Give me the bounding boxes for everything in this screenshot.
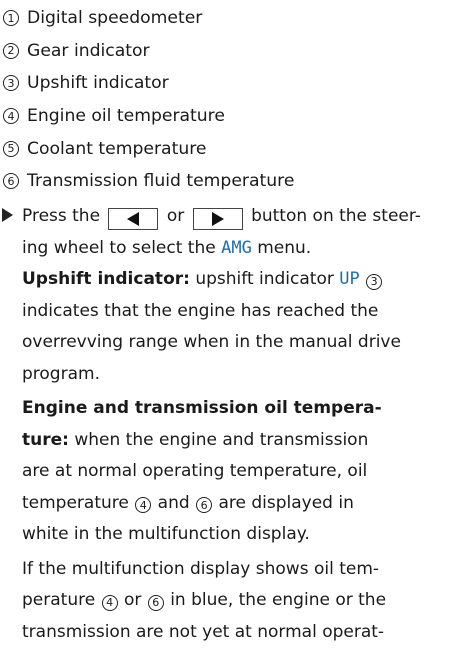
legend-label: Gear indicator [27, 41, 150, 61]
callout-number: 4 [3, 108, 19, 124]
callout-number: 5 [3, 141, 19, 157]
callout-number: 4 [135, 497, 151, 513]
legend-item: 2 Gear indicator [3, 35, 458, 68]
left-arrow-icon [127, 212, 139, 226]
callout-legend: 1 Digital speedometer 2 Gear indicator 3… [3, 2, 458, 198]
callout-number: 2 [3, 43, 19, 59]
legend-label: Engine oil temperature [27, 106, 225, 126]
legend-label: Transmission fluid temperature [27, 171, 294, 191]
upshift-code: UP [339, 269, 359, 289]
instruction-block: Press the or button on the steer- ing wh… [2, 201, 460, 648]
legend-item: 6 Transmission fluid temperature [3, 165, 458, 198]
callout-number: 6 [148, 595, 164, 611]
legend-item: 3 Upshift indicator [3, 67, 458, 100]
instruction-text: Press the or button on the steer- ing wh… [22, 201, 460, 390]
callout-number: 6 [196, 497, 212, 513]
manual-page: 1 Digital speedometer 2 Gear indicator 3… [0, 0, 464, 633]
engine-transmission-paragraph: Engine and transmission oil tempera- tur… [22, 393, 460, 551]
legend-item: 1 Digital speedometer [3, 2, 458, 35]
left-arrow-button [108, 208, 158, 230]
callout-number: 3 [366, 274, 382, 290]
bullet-triangle-icon [2, 208, 13, 222]
amg-menu-label: AMG [221, 238, 252, 258]
callout-number: 3 [3, 75, 19, 91]
right-arrow-button [193, 208, 243, 230]
legend-label: Coolant temperature [27, 139, 206, 159]
legend-label: Upshift indicator [27, 73, 169, 93]
blue-temperature-note: If the multifunction display shows oil t… [22, 554, 460, 648]
right-arrow-icon [212, 212, 224, 226]
engine-transmission-heading: Engine and transmission oil tempera- [22, 398, 382, 418]
callout-number: 6 [3, 173, 19, 189]
callout-number: 4 [102, 595, 118, 611]
callout-number: 1 [3, 10, 19, 26]
legend-label: Digital speedometer [27, 8, 202, 28]
legend-item: 5 Coolant temperature [3, 132, 458, 165]
upshift-heading: Upshift indicator: [22, 269, 190, 289]
legend-item: 4 Engine oil temperature [3, 100, 458, 133]
